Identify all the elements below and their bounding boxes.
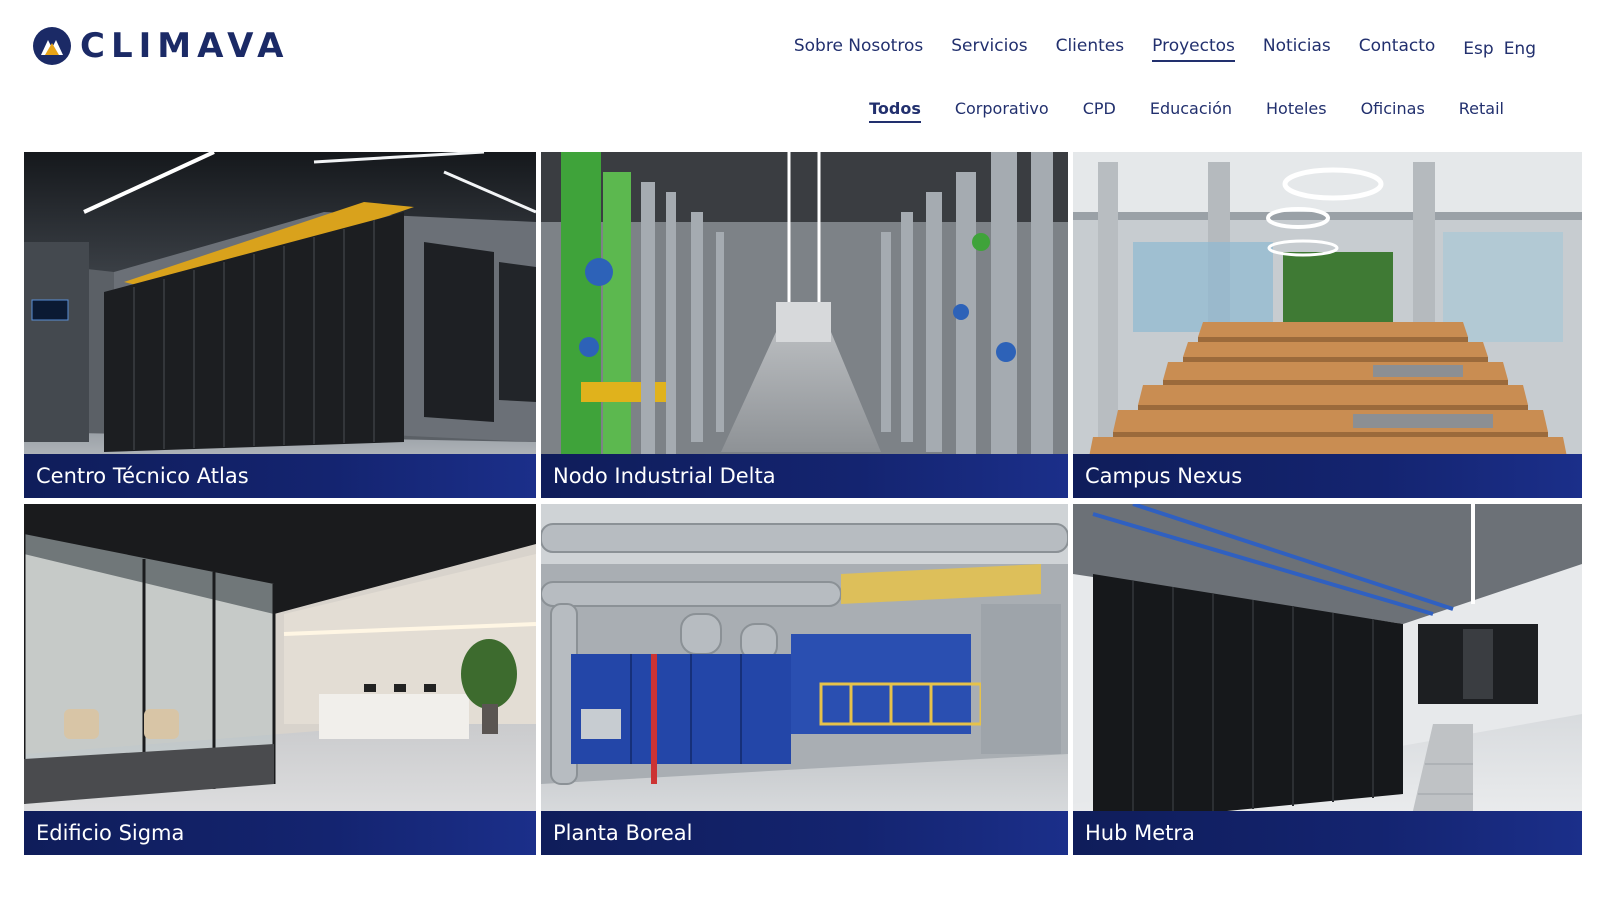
industrial-pipes-photo	[541, 152, 1068, 498]
filter-corporativo[interactable]: Corporativo	[955, 99, 1049, 123]
language-switcher: Esp Eng	[1463, 39, 1536, 59]
mountain-circle-logo-icon	[33, 27, 71, 65]
lang-esp[interactable]: Esp	[1463, 39, 1493, 59]
filter-cpd[interactable]: CPD	[1083, 99, 1116, 123]
project-filters: Todos Corporativo CPD Educación Hoteles …	[869, 99, 1504, 123]
office-lobby-photo	[24, 504, 536, 855]
brand-logo[interactable]: CLIMAVA	[32, 26, 289, 66]
filter-todos[interactable]: Todos	[869, 99, 921, 123]
projects-grid: Centro Técnico Atlas Nodo Industrial Del…	[24, 152, 1582, 855]
main-nav: Sobre Nosotros Servicios Clientes Proyec…	[794, 36, 1536, 62]
lang-eng[interactable]: Eng	[1504, 39, 1536, 59]
project-card[interactable]: Campus Nexus	[1073, 152, 1582, 498]
project-title: Hub Metra	[1073, 811, 1582, 855]
nav-contacto[interactable]: Contacto	[1359, 36, 1436, 62]
filter-hoteles[interactable]: Hoteles	[1266, 99, 1327, 123]
nav-sobre-nosotros[interactable]: Sobre Nosotros	[794, 36, 923, 62]
project-card[interactable]: Hub Metra	[1073, 504, 1582, 855]
filter-retail[interactable]: Retail	[1459, 99, 1504, 123]
server-room-photo	[1073, 504, 1582, 855]
project-title: Planta Boreal	[541, 811, 1068, 855]
filter-educacion[interactable]: Educación	[1150, 99, 1232, 123]
project-title: Edificio Sigma	[24, 811, 536, 855]
project-title: Campus Nexus	[1073, 454, 1582, 498]
nav-servicios[interactable]: Servicios	[951, 36, 1027, 62]
data-center-racks-photo	[24, 152, 536, 498]
project-title: Nodo Industrial Delta	[541, 454, 1068, 498]
nav-clientes[interactable]: Clientes	[1056, 36, 1125, 62]
project-card[interactable]: Centro Técnico Atlas	[24, 152, 536, 498]
atrium-stairs-photo	[1073, 152, 1582, 498]
brand-name: CLIMAVA	[80, 26, 290, 66]
hvac-plant-photo	[541, 504, 1068, 855]
nav-proyectos[interactable]: Proyectos	[1152, 36, 1235, 62]
nav-noticias[interactable]: Noticias	[1263, 36, 1331, 62]
project-card[interactable]: Nodo Industrial Delta	[541, 152, 1068, 498]
filter-oficinas[interactable]: Oficinas	[1361, 99, 1425, 123]
project-card[interactable]: Planta Boreal	[541, 504, 1068, 855]
project-title: Centro Técnico Atlas	[24, 454, 536, 498]
projects-page: CLIMAVA Sobre Nosotros Servicios Cliente…	[0, 0, 1600, 900]
project-card[interactable]: Edificio Sigma	[24, 504, 536, 855]
